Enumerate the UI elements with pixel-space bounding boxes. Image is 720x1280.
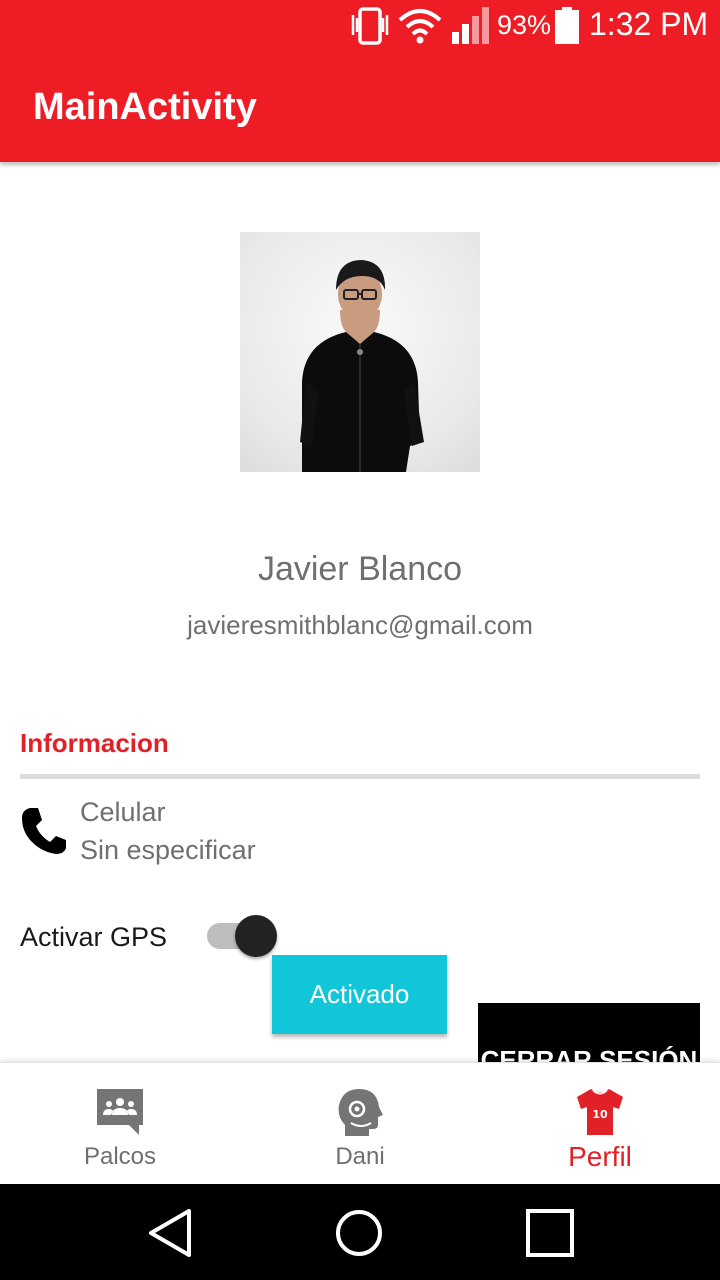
jersey-icon: 10 xyxy=(577,1089,623,1135)
phone-label: Celular xyxy=(80,797,166,827)
signal-icon xyxy=(452,7,489,44)
clock: 1:32 PM xyxy=(589,6,709,42)
gps-toggle-thumb xyxy=(235,915,277,957)
nav-label-palcos: Palcos xyxy=(83,1143,157,1170)
gps-toggle[interactable] xyxy=(205,914,279,958)
profile-photo xyxy=(240,232,480,472)
vibrate-icon xyxy=(351,7,389,45)
nav-label-dani: Dani xyxy=(335,1143,385,1170)
nav-label-perfil: Perfil xyxy=(568,1141,632,1172)
info-section-title: Informacion xyxy=(20,728,169,758)
nav-item-dani[interactable]: Dani xyxy=(240,1063,480,1185)
recents-icon[interactable] xyxy=(525,1208,575,1258)
system-navigation-bar xyxy=(0,1184,720,1280)
back-icon[interactable] xyxy=(145,1208,195,1258)
phone-icon xyxy=(22,808,66,854)
logout-button[interactable]: CERRAR SESIÓN xyxy=(478,1003,700,1062)
section-divider xyxy=(20,774,700,779)
svg-text:10: 10 xyxy=(592,1108,608,1121)
user-name: Javier Blanco xyxy=(257,550,463,588)
phone-value: Sin especificar xyxy=(80,835,256,865)
battery-icon xyxy=(555,7,579,44)
bottom-navigation: Palcos Dani 10 Perfil xyxy=(0,1062,720,1184)
gps-label: Activar GPS xyxy=(20,922,168,952)
person-silhouette xyxy=(300,260,424,472)
app-header: 93% 1:32 PM MainActivity xyxy=(0,0,720,162)
assistant-head-icon xyxy=(338,1089,383,1136)
wifi-icon xyxy=(398,9,442,44)
app-title: MainActivity xyxy=(33,86,257,128)
nav-item-perfil[interactable]: 10 Perfil xyxy=(480,1063,720,1185)
logout-button-container: CERRAR SESIÓN xyxy=(478,1003,700,1062)
user-email: javieresmithblanc@gmail.com xyxy=(187,610,533,640)
group-chat-icon xyxy=(97,1089,143,1135)
gps-status-button[interactable]: Activado xyxy=(272,955,447,1034)
battery-percent: 93% xyxy=(497,10,552,40)
status-bar: 93% 1:32 PM xyxy=(0,0,720,50)
nav-item-palcos[interactable]: Palcos xyxy=(0,1063,240,1185)
home-icon[interactable] xyxy=(334,1208,384,1258)
